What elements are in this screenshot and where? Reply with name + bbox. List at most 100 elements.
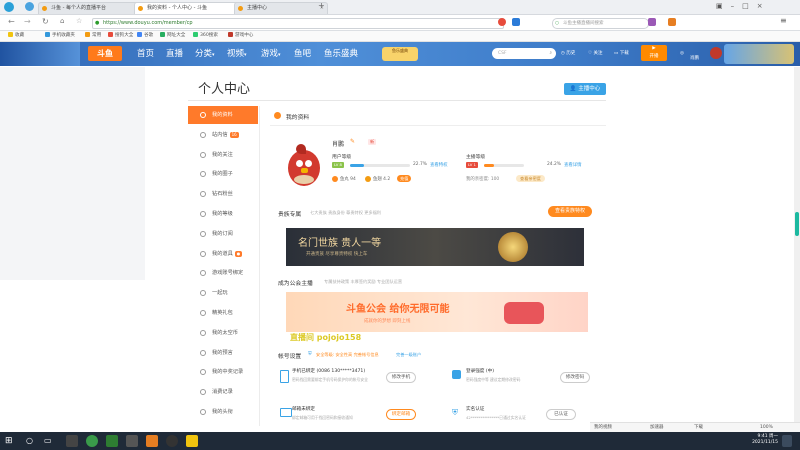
douyu-logo[interactable]: 斗鱼 <box>88 46 122 61</box>
sidebar-item[interactable]: 我的圈子 <box>188 165 258 183</box>
reader-icon[interactable] <box>498 18 506 26</box>
app-icon[interactable] <box>166 435 178 447</box>
follow-button[interactable]: ♡ 关注 <box>588 49 602 58</box>
user-level-link[interactable]: 查看特权 <box>430 162 448 168</box>
sidebar-item[interactable]: 我的订阅 <box>188 225 258 243</box>
user-name-top[interactable]: 肖鹏 <box>690 54 699 63</box>
security-link[interactable]: 完善一级账户 <box>396 352 421 358</box>
nav-video[interactable]: 视频▾ <box>227 48 247 61</box>
sidebar-item[interactable]: 我的预言 <box>188 344 258 362</box>
bookmark-item[interactable]: 收藏 <box>8 32 24 40</box>
notification-icon[interactable] <box>782 435 792 447</box>
change-password-button[interactable]: 修改密码 <box>560 372 590 383</box>
sidebar-item[interactable]: 精英礼包 <box>188 304 258 322</box>
sidebar-item-count-badge: 16 <box>229 131 239 138</box>
bookmark-item[interactable]: 360搜索 <box>193 32 218 40</box>
browser-tab[interactable]: 主播中心 × <box>234 2 328 14</box>
task-view-icon[interactable]: ▭ <box>44 435 56 447</box>
profile-avatar[interactable] <box>284 144 324 188</box>
bookmark-item[interactable]: 常用 <box>85 32 101 40</box>
user-avatar[interactable] <box>710 47 722 59</box>
skin-icon[interactable]: ▣ <box>716 2 731 10</box>
sidebar-item[interactable]: 我的关注 <box>188 146 258 164</box>
nav-home[interactable]: 首页 <box>137 48 154 60</box>
anchor-center-button[interactable]: 👤 主播中心 <box>564 83 606 95</box>
sidebar-item[interactable]: 我的道具 ● <box>188 245 258 263</box>
verified-button[interactable]: 已认证 <box>546 409 576 420</box>
excel-icon[interactable] <box>106 435 118 447</box>
refresh-icon[interactable]: ↻ <box>42 17 49 26</box>
guild-banner[interactable]: 斗鱼公会 给你无限可能 成就你的梦想 即刻上线 <box>286 292 588 332</box>
minimize-icon[interactable]: – <box>731 2 743 10</box>
forward-arrow-icon[interactable]: → <box>24 17 31 26</box>
sidebar-item[interactable]: 我的中奖记录 <box>188 363 258 381</box>
sidebar-item[interactable]: 我的等级 <box>188 205 258 223</box>
favorite-star-icon[interactable]: ☆ <box>76 17 82 25</box>
maximize-icon[interactable]: □ <box>742 2 757 10</box>
nav-festival[interactable]: 鱼乐盛典 <box>324 48 358 60</box>
download-label: 下载 <box>619 51 629 56</box>
explorer-icon[interactable] <box>66 435 78 447</box>
start-live-button[interactable]: ▶ 开播 <box>641 45 667 61</box>
extension-icon[interactable] <box>648 18 656 26</box>
festival-promo-badge[interactable]: 鱼乐盛典 <box>382 47 418 61</box>
nav-live[interactable]: 直播 <box>166 48 183 60</box>
windows-start-icon[interactable]: ⊞ <box>5 435 17 447</box>
site-search-input[interactable]: CSF ⌕ <box>492 48 556 59</box>
app-icon[interactable] <box>126 435 138 447</box>
app-icon[interactable] <box>186 435 198 447</box>
sidebar-item[interactable]: 消费记录 <box>188 383 258 401</box>
bookmark-item[interactable]: 游戏中心 <box>228 32 253 40</box>
back-icon[interactable] <box>25 2 34 11</box>
browser-logo-icon[interactable] <box>4 2 14 12</box>
close-window-icon[interactable]: × <box>757 2 771 10</box>
translate-icon[interactable] <box>512 18 520 26</box>
change-phone-button[interactable]: 修改手机 <box>386 372 416 383</box>
nav-category[interactable]: 分类▾ <box>195 48 215 61</box>
browser-tab-active[interactable]: 我的资料 - 个人中心 - 斗鱼× <box>134 2 244 14</box>
task-icon[interactable]: ◎ <box>680 49 684 58</box>
phone-bound-title: 手机已绑定 (0086 130*****3471) <box>292 368 365 374</box>
sidebar-item[interactable]: 一起玩 <box>188 284 258 302</box>
scrollbar-thumb[interactable] <box>795 212 799 236</box>
anchor-level-link[interactable]: 查看详情 <box>564 162 582 168</box>
bookmark-item[interactable]: 网址大全 <box>160 32 185 40</box>
url-input[interactable]: ● https://www.douyu.com/member/cp <box>92 18 504 29</box>
system-tray-clock[interactable]: 9:41 周一 2021/11/15 <box>752 434 778 446</box>
recharge-button[interactable]: 充值 <box>397 175 412 182</box>
menu-icon[interactable]: ≡ <box>780 16 787 25</box>
search-icon[interactable]: ⌕ <box>549 48 552 59</box>
bind-email-button[interactable]: 绑定邮箱 <box>386 409 416 420</box>
new-tab-icon[interactable]: + <box>318 1 325 10</box>
bookmark-item[interactable]: 谷歌 <box>137 32 153 40</box>
noble-banner-title: 名门世族 贵人一等 <box>298 238 382 249</box>
edit-pencil-icon[interactable]: ✎ <box>350 138 355 145</box>
sidebar-item[interactable]: 钻石粉丝 <box>188 185 258 203</box>
browser-taskbar-icon[interactable] <box>86 435 98 447</box>
bookmark-label: 搜狗大全 <box>115 33 134 38</box>
bookmark-item[interactable]: 手机收藏夹 <box>45 32 75 40</box>
obs-icon[interactable] <box>146 435 158 447</box>
sidebar-item[interactable]: 我的资料 <box>188 106 258 124</box>
bookmark-item[interactable]: 搜狗大全 <box>108 32 133 40</box>
back-arrow-icon[interactable]: ← <box>8 17 15 26</box>
home-icon[interactable]: ⌂ <box>60 17 64 25</box>
page-scrollbar[interactable] <box>794 67 800 422</box>
sidebar-item[interactable]: 我的头衔 <box>188 403 258 421</box>
browser-tab[interactable]: 斗鱼 - 每个人的直播平台× <box>38 2 144 14</box>
download-button[interactable]: ▭ 下载 <box>614 49 629 58</box>
history-button[interactable]: ◷ 历史 <box>561 49 575 58</box>
sidebar-item[interactable]: 我的太空币 <box>188 324 258 342</box>
search-icon[interactable]: ○ <box>26 435 38 447</box>
anchor-level-badge: LV 1 <box>466 162 478 168</box>
nav-game[interactable]: 游戏▾ <box>261 48 281 61</box>
sidebar-item[interactable]: 站内信 16 <box>188 126 258 144</box>
noble-privilege-button[interactable]: 查看贵族特权 <box>548 206 592 217</box>
nav-fishbar[interactable]: 鱼吧 <box>294 48 311 60</box>
extension-icon[interactable] <box>668 18 676 26</box>
browser-search-input[interactable]: ○ 斗鱼主播直播间搜索 <box>552 18 649 29</box>
noble-banner[interactable]: 名门世族 贵人一等 开通贵族 尽享尊贵特权 快上车 <box>286 228 584 266</box>
anchor-level-progress <box>484 164 524 167</box>
sidebar-item[interactable]: 游戏账号绑定 <box>188 264 258 282</box>
intimacy-button[interactable]: 查看亲密度 <box>516 175 545 182</box>
